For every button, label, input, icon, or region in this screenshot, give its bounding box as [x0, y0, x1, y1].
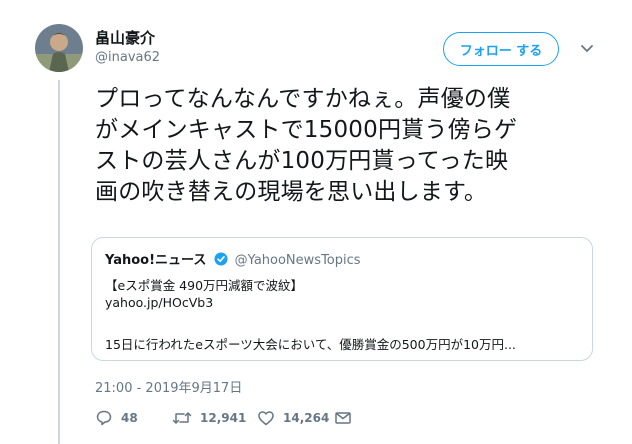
like-count: 14,264	[283, 411, 330, 425]
reply-count: 48	[121, 411, 138, 425]
avatar[interactable]	[35, 24, 83, 72]
tweet-text: プロってなんなんですかねぇ。声優の僕 がメインキャストで15000円貰う傍らゲ …	[95, 86, 518, 205]
envelope-icon	[335, 412, 351, 424]
quoted-author-handle: @YahooNewsTopics	[234, 253, 361, 268]
quoted-tweet-header: Yahoo!ニュース @YahooNewsTopics	[105, 249, 361, 268]
avatar-image	[35, 24, 83, 72]
reply-button[interactable]: 48	[95, 409, 138, 427]
retweet-button[interactable]: 12,941	[172, 409, 246, 427]
like-button[interactable]: 14,264	[257, 409, 329, 427]
follow-button[interactable]: フォロー する	[443, 32, 559, 66]
chevron-down-icon[interactable]	[578, 40, 596, 58]
tweet-timestamp[interactable]: 21:00 - 2019年9月17日	[95, 377, 242, 396]
quoted-link[interactable]: yahoo.jp/HOcVb3	[105, 295, 213, 310]
author-name[interactable]: 畠山豪介	[95, 27, 155, 48]
heart-icon	[258, 411, 274, 426]
quoted-summary: 15日に行われたeスポーツ大会において、優勝賞金の500万円が10万円...	[105, 337, 516, 352]
thread-line	[58, 80, 60, 444]
quoted-author-name: Yahoo!ニュース	[105, 253, 207, 268]
author-handle[interactable]: @inava62	[95, 50, 160, 65]
verified-badge-icon	[214, 252, 228, 266]
quoted-headline: 【eスポ賞金 490万円減額で波紋】	[105, 278, 304, 293]
retweet-count: 12,941	[200, 411, 247, 425]
message-button[interactable]	[334, 409, 352, 427]
retweet-icon	[172, 412, 192, 424]
quoted-tweet-card[interactable]: Yahoo!ニュース @YahooNewsTopics 【eスポ賞金 490万円…	[91, 237, 593, 361]
reply-icon	[96, 410, 112, 426]
